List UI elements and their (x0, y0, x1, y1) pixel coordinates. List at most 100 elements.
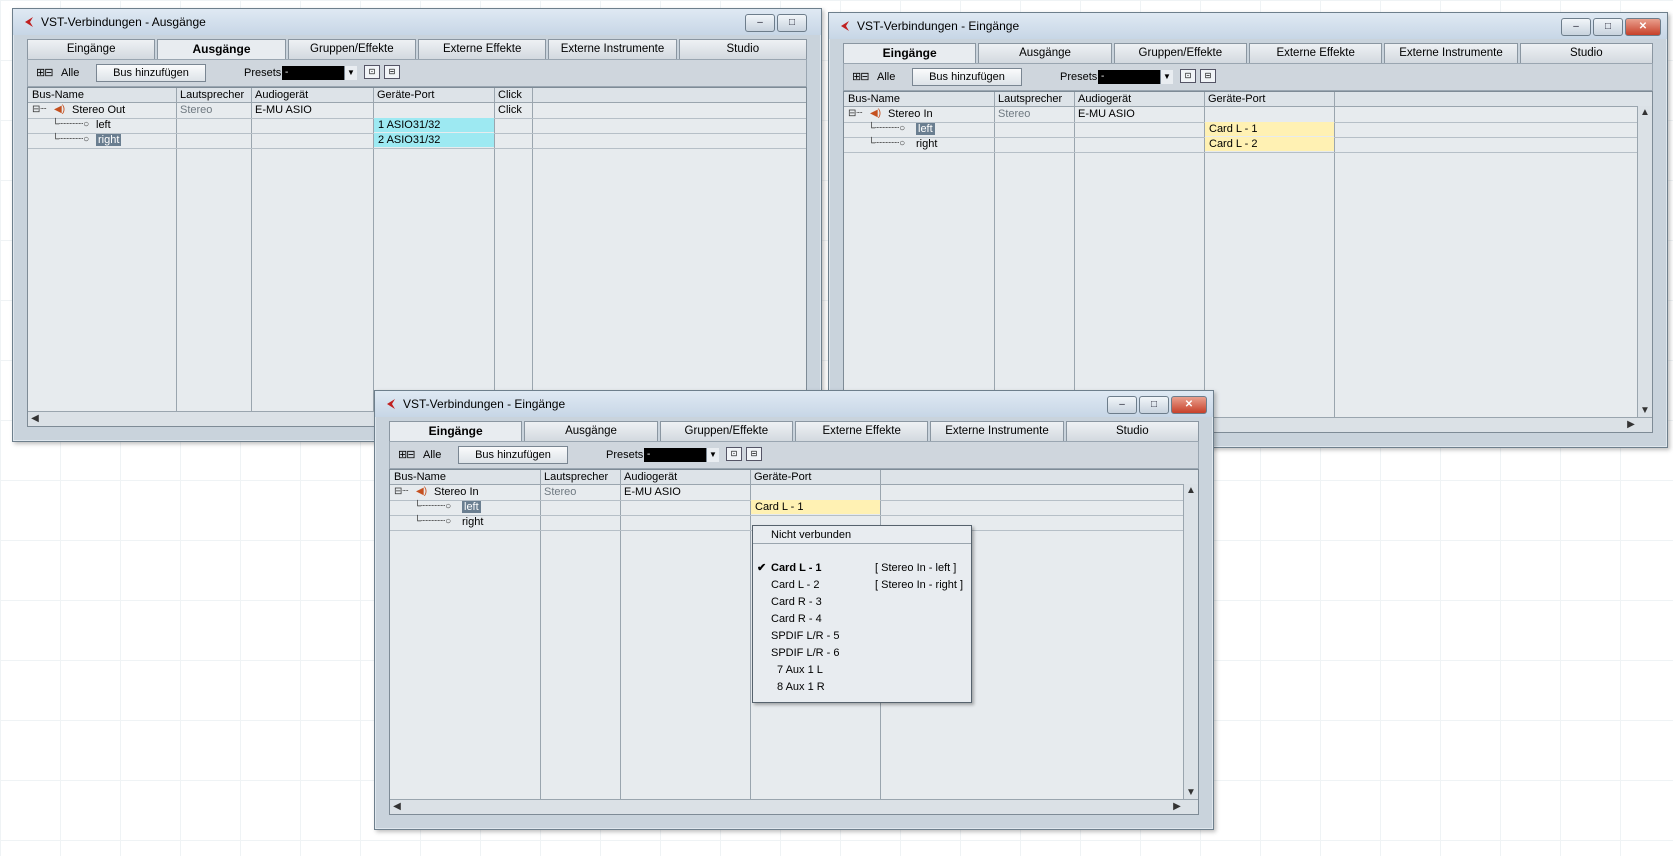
channel-name-cell[interactable]: right (92, 133, 176, 147)
horizontal-scrollbar[interactable]: ◀ ▶ (390, 799, 1198, 814)
menu-item-not-connected[interactable]: Nicht verbunden (753, 527, 971, 543)
tab-external-effects[interactable]: Externe Effekte (794, 421, 929, 441)
save-preset-icon[interactable]: ⊡ (364, 65, 380, 79)
table-row[interactable]: ⊟┈ ◀) Stereo Out Stereo E-MU ASIO Click (28, 103, 806, 119)
selected-channel-name[interactable]: left (462, 501, 481, 513)
channel-name-cell[interactable]: left (912, 122, 994, 136)
selected-channel-name[interactable]: right (96, 134, 122, 146)
device-port-cell[interactable]: Card L - 1 (1205, 122, 1334, 136)
col-speaker[interactable]: Lautsprecher (994, 92, 1074, 106)
scroll-down-icon[interactable]: ▼ (1184, 786, 1198, 800)
menu-item-port[interactable]: Card L - 2 [ Stereo In - right ] (753, 577, 971, 593)
audio-device[interactable]: E-MU ASIO (620, 485, 750, 499)
close-button[interactable]: ✕ (1171, 396, 1207, 414)
vertical-scrollbar[interactable]: ▲ ▼ (1637, 106, 1652, 418)
bus-name[interactable]: Stereo Out (68, 103, 176, 117)
table-row[interactable]: └┈┈┈┈○ left Card L - 1 (844, 122, 1652, 138)
tab-groups-effects[interactable]: Gruppen/Effekte (1113, 43, 1247, 63)
tab-studio[interactable]: Studio (678, 39, 807, 59)
table-row[interactable]: └┈┈┈┈○ right 2 ASIO31/32 (28, 133, 806, 149)
save-preset-icon[interactable]: ⊡ (1180, 69, 1196, 83)
maximize-button[interactable]: □ (777, 14, 807, 32)
col-speaker[interactable]: Lautsprecher (540, 470, 620, 484)
audio-device[interactable]: E-MU ASIO (251, 103, 373, 117)
save-preset-icon[interactable]: ⊡ (726, 447, 742, 461)
device-port-cell[interactable]: 1 ASIO31/32 (374, 118, 494, 132)
col-bus-name[interactable]: Bus-Name (390, 470, 540, 484)
maximize-button[interactable]: □ (1139, 396, 1169, 414)
col-device-port[interactable]: Geräte-Port (373, 88, 494, 102)
title-bar[interactable]: VST-Verbindungen - Ausgänge – □ (13, 9, 821, 35)
table-row[interactable]: └┈┈┈┈○ right Card L - 2 (844, 137, 1652, 153)
col-bus-name[interactable]: Bus-Name (28, 88, 176, 102)
tab-outputs[interactable]: Ausgänge (157, 39, 286, 59)
tab-inputs[interactable]: Eingänge (843, 43, 977, 63)
tab-studio[interactable]: Studio (1065, 421, 1199, 441)
channel-name-cell[interactable]: left (458, 500, 540, 514)
col-audio-device[interactable]: Audiogerät (1074, 92, 1204, 106)
bus-name[interactable]: Stereo In (884, 107, 994, 121)
title-bar[interactable]: VST-Verbindungen - Eingänge – □ ✕ (375, 391, 1213, 417)
close-button[interactable]: ✕ (1625, 18, 1661, 36)
collapse-tree-icon[interactable]: ⊟┈ (848, 108, 862, 119)
device-port-cell[interactable]: 2 ASIO31/32 (374, 133, 494, 147)
tab-external-instruments[interactable]: Externe Instrumente (548, 39, 677, 59)
delete-preset-icon[interactable]: ⊟ (1200, 69, 1216, 83)
col-speaker[interactable]: Lautsprecher (176, 88, 251, 102)
expand-collapse-all-icon[interactable]: ⊞⊟ (36, 66, 53, 79)
delete-preset-icon[interactable]: ⊟ (384, 65, 400, 79)
add-bus-button[interactable]: Bus hinzufügen (96, 64, 206, 82)
scroll-left-icon[interactable]: ◀ (28, 412, 42, 426)
scroll-down-icon[interactable]: ▼ (1638, 404, 1652, 418)
minimize-button[interactable]: – (1561, 18, 1591, 36)
col-device-port[interactable]: Geräte-Port (1204, 92, 1334, 106)
tab-inputs[interactable]: Eingänge (389, 421, 523, 441)
tab-groups-effects[interactable]: Gruppen/Effekte (287, 39, 416, 59)
device-port-cell[interactable]: Card L - 1 (751, 500, 880, 514)
tab-external-instruments[interactable]: Externe Instrumente (930, 421, 1064, 441)
tab-external-instruments[interactable]: Externe Instrumente (1384, 43, 1518, 63)
channel-name[interactable]: right (458, 515, 540, 529)
menu-item-port[interactable]: SPDIF L/R - 6 (753, 645, 971, 661)
tab-inputs[interactable]: Eingänge (27, 39, 156, 59)
scroll-up-icon[interactable]: ▲ (1184, 484, 1198, 498)
menu-item-port[interactable]: Card R - 3 (753, 594, 971, 610)
tab-studio[interactable]: Studio (1519, 43, 1653, 63)
col-device-port[interactable]: Geräte-Port (750, 470, 880, 484)
menu-item-port[interactable]: ✔ Card L - 1 [ Stereo In - left ] (753, 560, 971, 576)
minimize-button[interactable]: – (1107, 396, 1137, 414)
scroll-right-icon[interactable]: ▶ (1170, 800, 1184, 814)
title-bar[interactable]: VST-Verbindungen - Eingänge – □ ✕ (829, 13, 1667, 39)
presets-dropdown[interactable]: - ▼ (1098, 70, 1173, 84)
table-row[interactable]: ⊟┈ ◀) Stereo In Stereo E-MU ASIO (390, 485, 1198, 501)
selected-channel-name[interactable]: left (916, 123, 935, 135)
add-bus-button[interactable]: Bus hinzufügen (912, 68, 1022, 86)
vertical-scrollbar[interactable]: ▲ ▼ (1183, 484, 1198, 800)
menu-item-port[interactable]: 8 Aux 1 R (753, 679, 971, 695)
menu-item-port[interactable]: 7 Aux 1 L (753, 662, 971, 678)
tab-external-effects[interactable]: Externe Effekte (1248, 43, 1383, 63)
menu-item-port[interactable]: Card R - 4 (753, 611, 971, 627)
menu-item-port[interactable]: SPDIF L/R - 5 (753, 628, 971, 644)
click-value[interactable]: Click (494, 103, 532, 117)
table-row[interactable]: └┈┈┈┈○ left Card L - 1 (390, 500, 1198, 516)
scroll-left-icon[interactable]: ◀ (390, 800, 404, 814)
maximize-button[interactable]: □ (1593, 18, 1623, 36)
scroll-right-icon[interactable]: ▶ (1624, 418, 1638, 432)
table-row[interactable]: ⊟┈ ◀) Stereo In Stereo E-MU ASIO (844, 107, 1652, 123)
tab-groups-effects[interactable]: Gruppen/Effekte (659, 421, 793, 441)
scroll-up-icon[interactable]: ▲ (1638, 106, 1652, 120)
col-audio-device[interactable]: Audiogerät (620, 470, 750, 484)
expand-collapse-all-icon[interactable]: ⊞⊟ (398, 448, 415, 461)
collapse-tree-icon[interactable]: ⊟┈ (32, 104, 46, 115)
bus-name[interactable]: Stereo In (430, 485, 540, 499)
col-bus-name[interactable]: Bus-Name (844, 92, 994, 106)
expand-collapse-all-icon[interactable]: ⊞⊟ (852, 70, 869, 83)
channel-name[interactable]: left (92, 118, 176, 132)
tab-outputs[interactable]: Ausgänge (978, 43, 1112, 63)
delete-preset-icon[interactable]: ⊟ (746, 447, 762, 461)
col-click[interactable]: Click (494, 88, 532, 102)
channel-name[interactable]: right (912, 137, 994, 151)
add-bus-button[interactable]: Bus hinzufügen (458, 446, 568, 464)
device-port-cell[interactable]: Card L - 2 (1205, 137, 1334, 151)
